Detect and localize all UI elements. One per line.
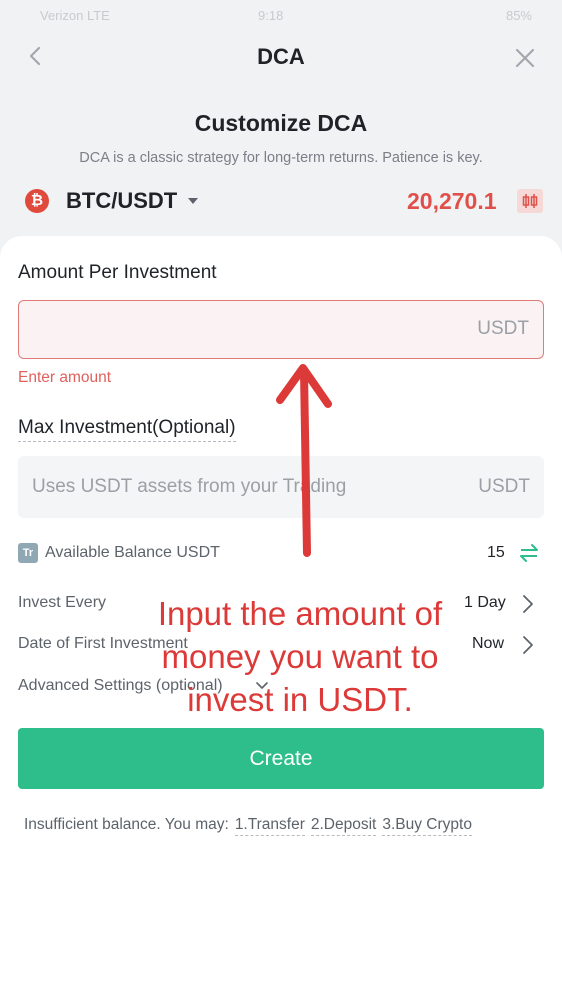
amount-unit-label: USDT <box>477 318 529 339</box>
pair-price: 20,270.1 <box>407 188 497 214</box>
amount-per-investment-label: Amount Per Investment <box>18 262 217 283</box>
max-investment-input[interactable] <box>32 456 462 518</box>
available-balance-value: 15 <box>487 544 505 561</box>
transfer-icon[interactable] <box>518 543 540 563</box>
annotation-arrow <box>276 364 332 557</box>
annotation-line: invest in USDT. <box>187 681 413 718</box>
chevron-right-icon[interactable] <box>521 593 535 615</box>
insufficient-balance-text: Insufficient balance. You may: <box>24 816 229 833</box>
candlestick-chart-icon[interactable] <box>517 189 543 213</box>
annotation-line: Input the amount of <box>157 595 443 632</box>
bitcoin-icon: ₿ <box>25 189 49 213</box>
available-balance-label: Available Balance USDT <box>45 544 220 561</box>
caret-down-icon[interactable] <box>188 198 198 205</box>
transfer-link[interactable]: 1.Transfer <box>234 816 305 836</box>
trading-pair-selector[interactable]: ₿ BTC/USDT 20,270.1 <box>25 186 545 216</box>
create-button[interactable]: Create <box>18 728 544 789</box>
max-investment-label[interactable]: Max Investment(Optional) <box>18 417 236 442</box>
invest-every-label: Invest Every <box>18 594 107 611</box>
deposit-link[interactable]: 2.Deposit <box>310 816 377 836</box>
annotation-line: money you want to <box>161 638 439 675</box>
buy-crypto-link[interactable]: 3.Buy Crypto <box>382 816 472 836</box>
section-title: Customize DCA <box>194 110 368 136</box>
clock-label: 9:18 <box>258 8 284 23</box>
max-investment-unit-label: USDT <box>478 476 530 497</box>
insufficient-balance-message: Insufficient balance. You may: 1.Transfer… <box>24 816 544 836</box>
amount-error-message: Enter amount <box>18 369 112 386</box>
pair-name[interactable]: BTC/USDT <box>66 188 177 214</box>
carrier-label: Verizon LTE <box>40 8 110 23</box>
section-subtitle: DCA is a classic strategy for long-term … <box>79 150 483 166</box>
status-bar: Verizon LTE 9:18 85% <box>0 0 562 30</box>
page-title: DCA <box>257 44 305 69</box>
trading-account-icon: Tr <box>18 543 38 563</box>
battery-label: 85% <box>505 8 532 23</box>
close-icon[interactable] <box>512 45 538 71</box>
amount-per-investment-field[interactable]: USDT <box>18 300 544 359</box>
chevron-right-icon[interactable] <box>521 634 535 656</box>
annotation-text: Input the amount of money you want to in… <box>100 592 500 721</box>
amount-per-investment-input[interactable] <box>33 301 453 357</box>
